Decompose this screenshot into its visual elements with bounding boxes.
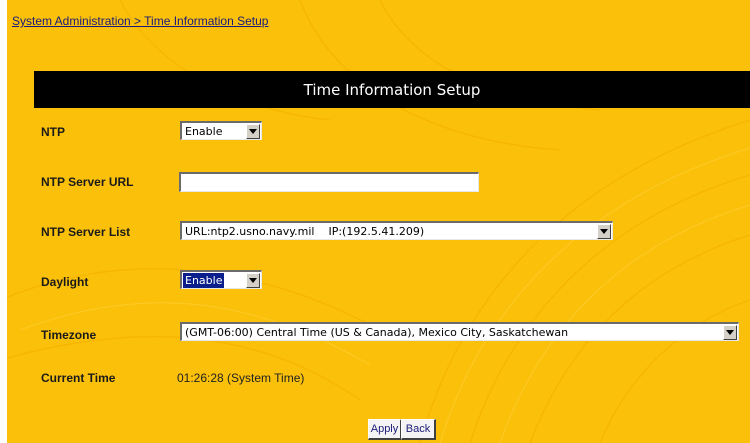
current-time-label: Current Time [41, 371, 116, 385]
daylight-select[interactable]: Enable [180, 270, 262, 289]
ntp-server-list-select[interactable]: URL:ntp2.usno.navy.mil IP:(192.5.41.209) [180, 221, 613, 240]
timezone-select[interactable]: (GMT-06:00) Central Time (US & Canada), … [180, 322, 739, 341]
chevron-down-icon[interactable] [246, 272, 260, 288]
ntp-server-list-selected-value: URL:ntp2.usno.navy.mil IP:(192.5.41.209) [185, 224, 425, 238]
timezone-label: Timezone [41, 328, 97, 342]
chevron-down-icon[interactable] [246, 123, 260, 139]
daylight-label: Daylight [41, 275, 89, 289]
breadcrumb-link[interactable]: System Administration > Time Information… [12, 14, 268, 28]
daylight-selected-value: Enable [183, 272, 225, 288]
current-time-value: 01:26:28 (System Time) [177, 371, 305, 385]
timezone-selected-value: (GMT-06:00) Central Time (US & Canada), … [185, 325, 569, 339]
page-title: Time Information Setup [303, 80, 481, 99]
ntp-server-list-label: NTP Server List [41, 225, 131, 239]
chevron-down-icon[interactable] [597, 223, 611, 239]
ntp-label: NTP [41, 125, 65, 139]
back-button[interactable]: Back [401, 419, 436, 440]
ntp-server-url-label: NTP Server URL [41, 175, 134, 189]
ntp-server-url-input[interactable] [179, 172, 479, 192]
ntp-selected-value: Enable [185, 124, 223, 138]
left-margin-strip [0, 0, 7, 443]
chevron-down-icon[interactable] [723, 324, 737, 340]
section-header: Time Information Setup [34, 71, 750, 108]
apply-button[interactable]: Apply [368, 419, 402, 440]
ntp-select[interactable]: Enable [180, 121, 262, 140]
